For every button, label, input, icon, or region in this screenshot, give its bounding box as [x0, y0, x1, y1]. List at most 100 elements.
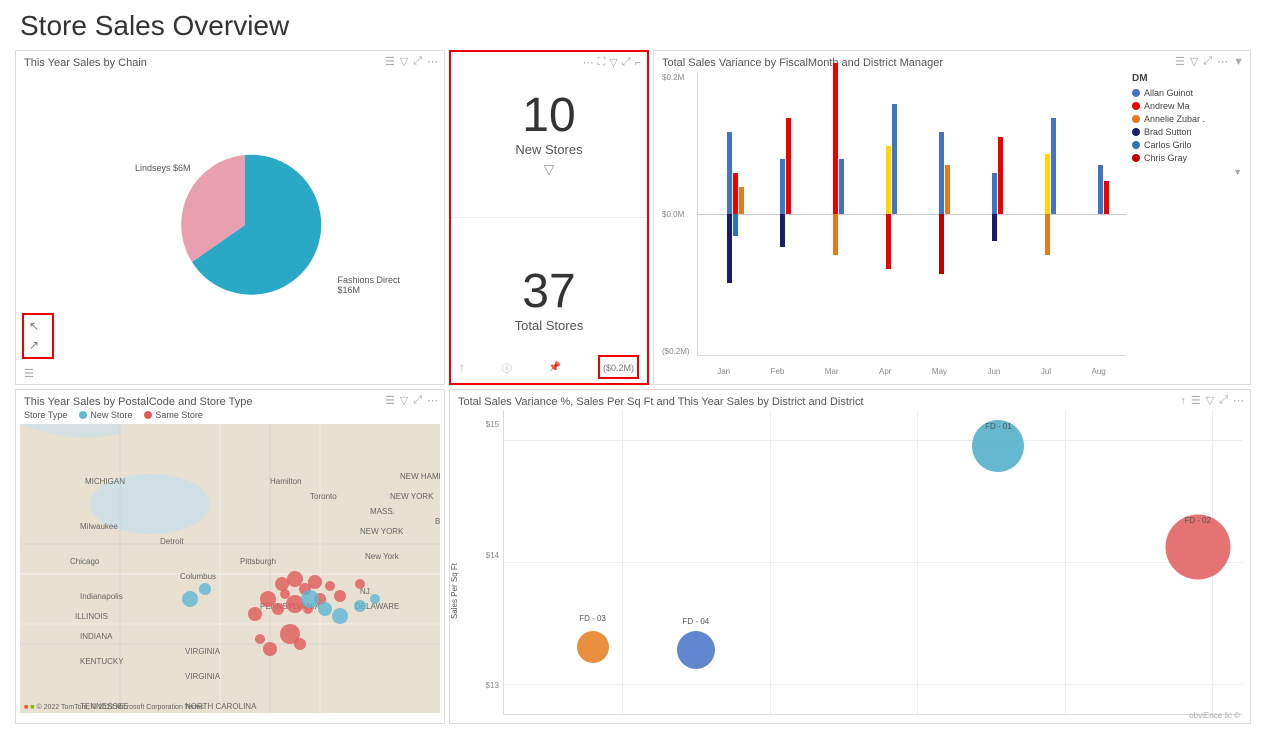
bar-apr-3	[886, 214, 891, 269]
more-icon3[interactable]: ⋯	[1217, 55, 1228, 68]
legend-dot-4	[1132, 141, 1140, 149]
bar-jun-3	[992, 214, 997, 241]
menu-icon-bottom[interactable]: ☰	[24, 367, 34, 380]
bar-jan-4	[727, 214, 732, 283]
menu-icon4[interactable]: ☰	[385, 394, 395, 407]
legend-item-4: Carlos Grilo	[1132, 140, 1242, 150]
x-mar: Mar	[825, 367, 839, 376]
bar-aug-2	[1104, 181, 1109, 214]
bar-jan-1	[727, 132, 732, 214]
bar-chart-inner	[697, 73, 1126, 356]
corner-icon[interactable]: ⌐	[635, 57, 641, 69]
expand-icon2[interactable]: ⤢	[622, 56, 631, 69]
more-icon[interactable]: ⋯	[427, 55, 438, 68]
bar-jul-3	[1045, 214, 1050, 255]
more-icon4[interactable]: ⋯	[427, 394, 438, 407]
filter-icon3[interactable]: ▽	[1190, 55, 1198, 68]
info-icon[interactable]: ⓘ	[502, 360, 512, 375]
v-line-2	[770, 410, 771, 714]
bar-y-labels: $0.2M $0.0M ($0.2M)	[662, 73, 690, 356]
bar-x-labels: Jan Feb Mar Apr May Jun Jul Aug	[697, 367, 1126, 376]
pie-chart-content: Lindseys $6M Fashions Direct$16M	[16, 51, 444, 384]
legend-scroll[interactable]: ▼	[1132, 167, 1242, 177]
x-label-n3: -3%	[795, 723, 809, 724]
bubble-x-labels: -5% -4% -3% -2% -1% 0%	[504, 723, 1242, 724]
svg-text:Indianapolis: Indianapolis	[80, 592, 123, 601]
v-line-4	[1065, 410, 1066, 714]
v-line-1	[622, 410, 623, 714]
x-jun: Jun	[987, 367, 1000, 376]
kpi-new-stores-label: New Stores	[515, 142, 582, 157]
legend-item-2: Annelie Zubar .	[1132, 114, 1242, 124]
y-label-13: $13	[486, 681, 499, 690]
bubble-fd04-label: FD - 04	[683, 617, 710, 626]
bar-jan-3	[739, 187, 744, 214]
up-icon5[interactable]: ↑	[1180, 395, 1186, 407]
filter-icon5[interactable]: ▽	[1206, 394, 1214, 407]
svg-text:Toronto: Toronto	[310, 492, 337, 501]
svg-text:Boston: Boston	[435, 517, 440, 526]
legend-label-1: Andrew Ma	[1144, 101, 1190, 111]
expand-icon5[interactable]: ⤢	[1219, 394, 1228, 407]
panel-map: This Year Sales by PostalCode and Store …	[15, 389, 445, 724]
expand-arrows-box[interactable]: ↖ ↗	[22, 313, 54, 359]
expand-icon[interactable]: ⤢	[413, 55, 422, 68]
bubble-chart-content: $15 $14 $13 Sales Per Sq Ft	[450, 390, 1250, 723]
same-store-dot	[144, 411, 152, 419]
scroll-icon3[interactable]: ▼	[1233, 56, 1244, 68]
filter-icon4[interactable]: ▽	[400, 394, 408, 407]
map-content: Store Type New Store Same Store	[16, 390, 444, 723]
up-icon[interactable]: ↑	[459, 360, 465, 374]
more-icon5[interactable]: ⋯	[1233, 394, 1244, 407]
x-jan: Jan	[717, 367, 730, 376]
pin-icon[interactable]: 📌	[549, 362, 561, 373]
svg-text:ILLINOIS: ILLINOIS	[75, 612, 108, 621]
svg-text:MASS.: MASS.	[370, 507, 395, 516]
bar-may-1	[939, 132, 944, 214]
x-feb: Feb	[771, 367, 785, 376]
new-store-legend: New Store	[79, 410, 132, 420]
y-axis-title: Sales Per Sq Ft	[450, 563, 459, 619]
expand-icon4[interactable]: ⤢	[413, 394, 422, 407]
svg-text:MICHIGAN: MICHIGAN	[85, 477, 125, 486]
watermark: obviEnce llc ©	[1189, 711, 1240, 720]
svg-text:Milwaukee: Milwaukee	[80, 522, 118, 531]
variance-label: ($0.2M)	[603, 363, 634, 373]
filter-icon[interactable]: ▽	[400, 55, 408, 68]
bubble-fd03[interactable]	[577, 631, 609, 663]
x-aug: Aug	[1091, 367, 1105, 376]
legend-dot-1	[1132, 102, 1140, 110]
kpi-total-stores-value: 37	[522, 268, 575, 316]
y-label-mid: $0.0M	[662, 210, 690, 219]
filter-icon2[interactable]: ▽	[609, 56, 617, 69]
bar-jun-1	[992, 173, 997, 214]
bubble-fd01-label: FD - 01	[985, 422, 1012, 431]
y-label-top: $0.2M	[662, 73, 690, 82]
focus-icon[interactable]: ⛶	[598, 56, 606, 69]
map-container[interactable]: Milwaukee Chicago Indianapolis Detroit C…	[20, 424, 440, 713]
expand-icon3[interactable]: ⤢	[1203, 55, 1212, 68]
bar-may-3	[939, 214, 944, 274]
legend-item-5: Chris Gray	[1132, 153, 1242, 163]
kpi-filter-icon[interactable]: ▽	[544, 161, 555, 178]
h-line-3	[504, 684, 1242, 685]
bubble-fd04[interactable]	[677, 631, 715, 669]
panel-bubble-chart: Total Sales Variance %, Sales Per Sq Ft …	[449, 389, 1251, 724]
dots-icon[interactable]: ⋯	[583, 56, 594, 69]
menu-icon[interactable]: ☰	[385, 55, 395, 68]
pie-label-fashions: Fashions Direct$16M	[337, 275, 400, 295]
svg-text:Pittsburgh: Pittsburgh	[240, 557, 276, 566]
v-line-3	[917, 410, 918, 714]
menu-icon3[interactable]: ☰	[1175, 55, 1185, 68]
bubble-y-axis: $15 $14 $13 Sales Per Sq Ft	[458, 410, 503, 715]
panel1-toolbar: ☰ ▽ ⤢ ⋯	[385, 55, 438, 68]
bubble-fd03-label: FD - 03	[579, 614, 606, 623]
legend-label-4: Carlos Grilo	[1144, 140, 1192, 150]
svg-text:VIRGINIA: VIRGINIA	[185, 647, 221, 656]
kpi-new-stores: 10 New Stores ▽	[451, 52, 647, 218]
x-jul: Jul	[1041, 367, 1051, 376]
legend-label-3: Brad Sutton	[1144, 127, 1192, 137]
menu-icon5[interactable]: ☰	[1191, 394, 1201, 407]
bar-jun-2	[998, 137, 1003, 214]
kpi-new-stores-value: 10	[522, 92, 575, 140]
